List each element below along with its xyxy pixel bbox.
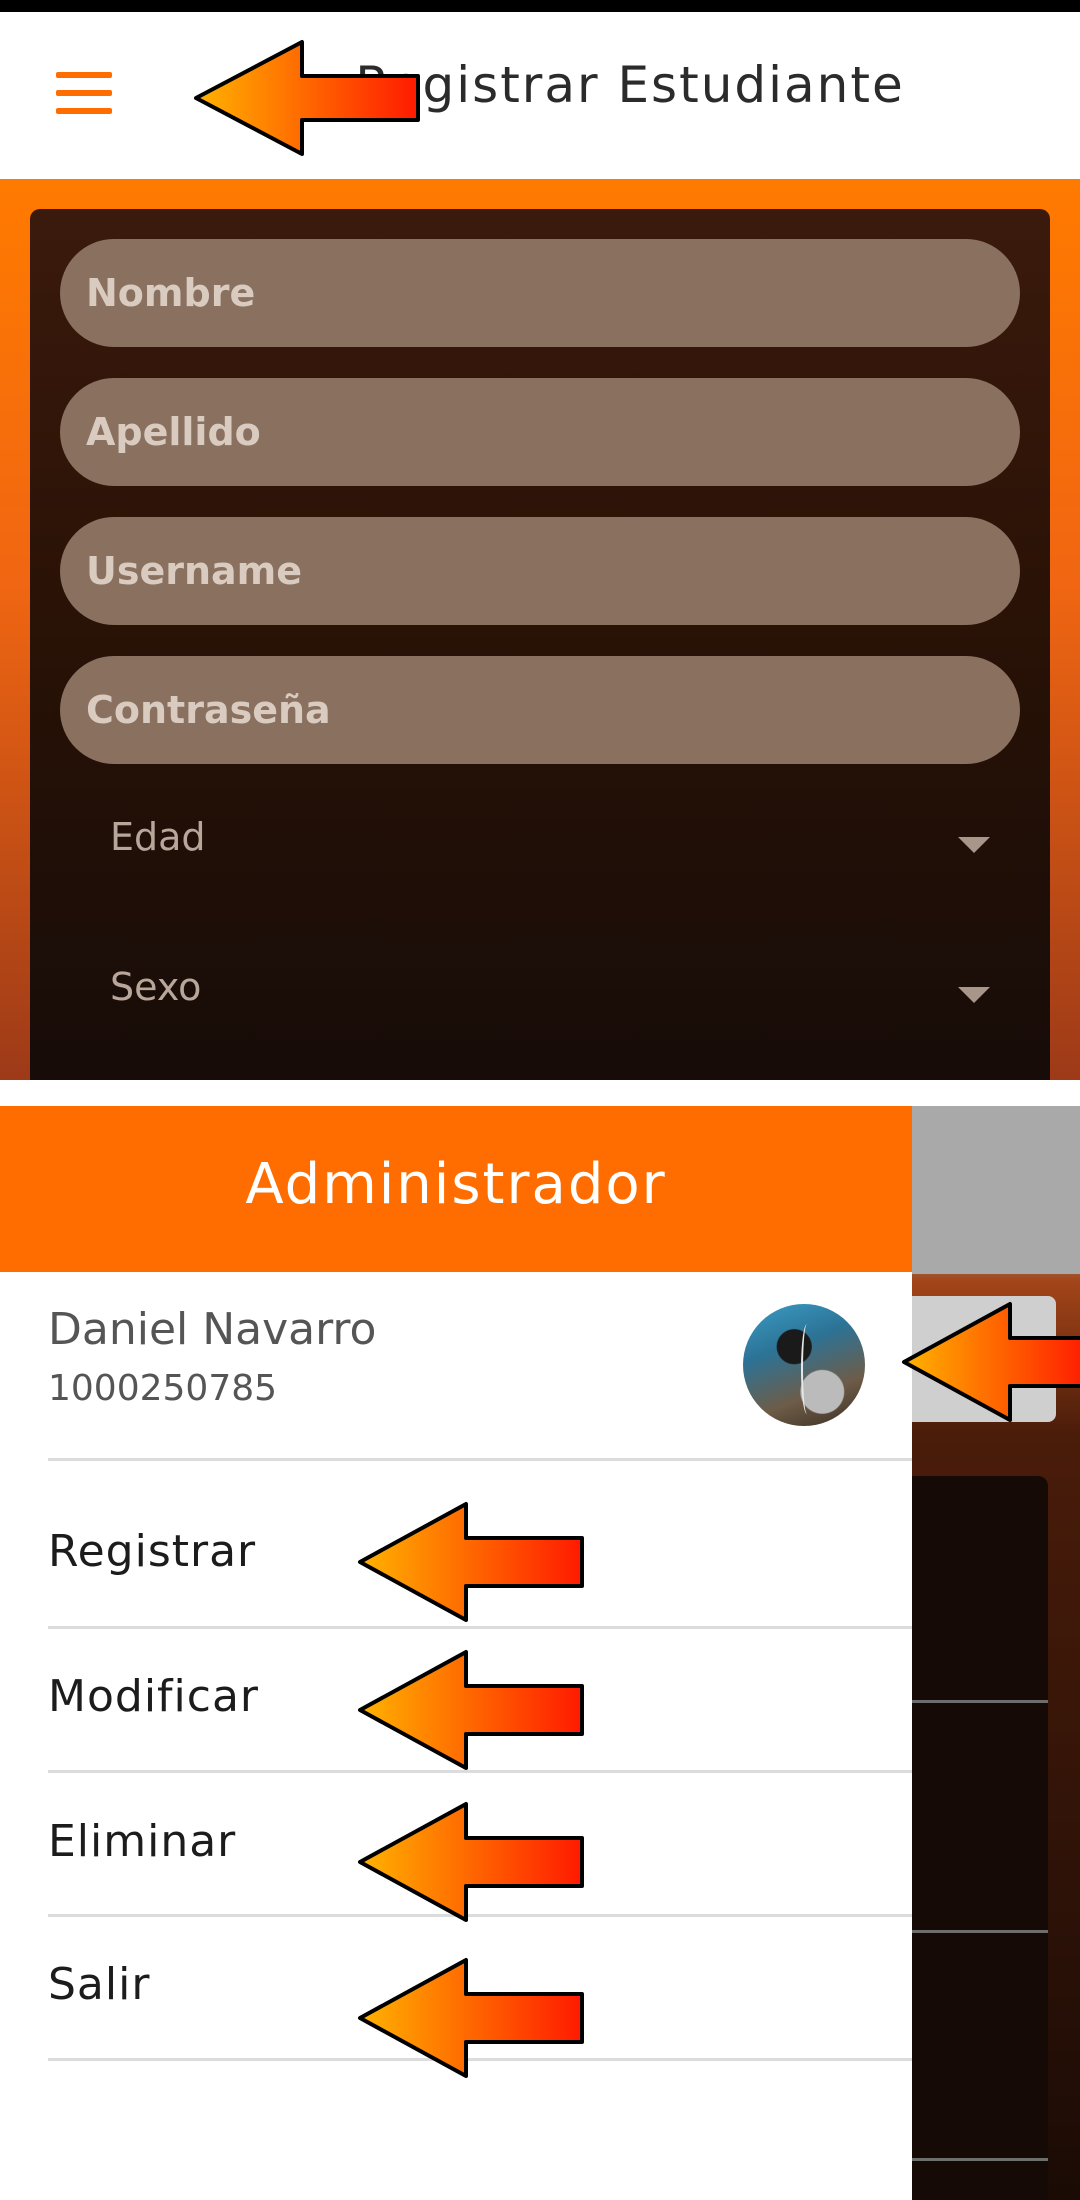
annotation-arrow-icon: [358, 1502, 584, 1622]
annotation-arrow-icon: [902, 1302, 1080, 1422]
menu-divider: [48, 1626, 912, 1629]
menu-item-label: Registrar: [48, 1526, 257, 1577]
username-field[interactable]: Username: [60, 517, 1020, 625]
background-appbar-dimmed: [912, 1106, 1080, 1274]
dropdown-caret-icon: [958, 987, 990, 1003]
menu-item-label: Salir: [48, 1959, 151, 2010]
annotation-arrow-icon: [358, 1802, 584, 1922]
app-bar: Registrar Estudiante: [0, 12, 1080, 179]
drawer-role-title: Administrador: [245, 1152, 667, 1217]
sexo-select-label: Sexo: [110, 965, 202, 1009]
avatar[interactable]: [743, 1304, 865, 1426]
nombre-field[interactable]: Nombre: [60, 239, 1020, 347]
status-bar-strip: [0, 0, 1080, 12]
edad-select[interactable]: Edad: [110, 815, 1020, 875]
username-placeholder: Username: [86, 549, 303, 593]
menu-item-label: Eliminar: [48, 1816, 237, 1867]
drawer-header: Administrador: [0, 1106, 912, 1272]
password-placeholder: Contraseña: [86, 688, 331, 732]
drawer-divider: [48, 1458, 912, 1461]
apellido-placeholder: Apellido: [86, 410, 261, 454]
menu-item-label: Modificar: [48, 1671, 259, 1722]
hamburger-menu-icon[interactable]: [56, 72, 112, 116]
background-divider: [912, 1930, 1048, 1933]
annotation-arrow-icon: [358, 1650, 584, 1770]
background-divider: [912, 1700, 1048, 1703]
dropdown-caret-icon: [958, 837, 990, 853]
edad-select-label: Edad: [110, 815, 206, 859]
nombre-placeholder: Nombre: [86, 271, 256, 315]
background-card-dimmed: [912, 1476, 1048, 2200]
password-field[interactable]: Contraseña: [60, 656, 1020, 764]
sexo-select[interactable]: Sexo: [110, 965, 1020, 1025]
screen-separator: [0, 1080, 1080, 1106]
user-name: Daniel Navarro: [48, 1304, 377, 1355]
background-divider: [912, 2158, 1048, 2161]
apellido-field[interactable]: Apellido: [60, 378, 1020, 486]
page-title: Registrar Estudiante: [355, 56, 905, 114]
annotation-arrow-icon: [358, 1958, 584, 2078]
annotation-arrow-icon: [194, 40, 420, 156]
user-id: 1000250785: [48, 1368, 278, 1409]
